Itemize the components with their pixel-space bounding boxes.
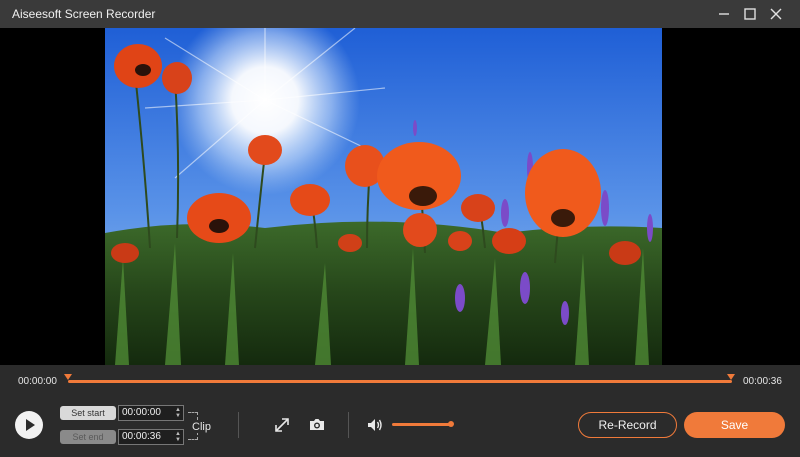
- start-time-spinner-icon[interactable]: ▲ ▼: [175, 407, 181, 419]
- current-time: 00:00:00: [18, 376, 57, 387]
- timeline-track[interactable]: [68, 380, 732, 383]
- play-button[interactable]: [15, 411, 43, 439]
- end-time-spinner-icon[interactable]: ▲ ▼: [175, 431, 181, 443]
- start-time-field[interactable]: 00:00:00 ▲ ▼: [118, 405, 184, 421]
- expand-icon[interactable]: [273, 416, 291, 434]
- video-preview[interactable]: [105, 28, 662, 365]
- set-end-button[interactable]: Set end: [60, 430, 116, 444]
- rerecord-button[interactable]: Re-Record: [578, 412, 677, 438]
- control-bar: Set start 00:00:00 ▲ ▼ Set end 00:00:36 ▲…: [0, 397, 800, 457]
- divider: [348, 412, 349, 438]
- volume-slider-handle[interactable]: [448, 421, 454, 427]
- start-time-value: 00:00:00: [122, 407, 161, 418]
- volume-slider[interactable]: [392, 423, 452, 426]
- total-time: 00:00:36: [743, 376, 782, 387]
- play-icon: [26, 419, 35, 431]
- end-time-value: 00:00:36: [122, 431, 161, 442]
- maximize-icon[interactable]: [740, 4, 760, 24]
- timeline: 00:00:00 00:00:36: [0, 365, 800, 397]
- set-start-button[interactable]: Set start: [60, 406, 116, 420]
- save-button[interactable]: Save: [684, 412, 785, 438]
- minimize-icon[interactable]: [714, 4, 734, 24]
- close-icon[interactable]: [766, 4, 786, 24]
- clip-start-marker[interactable]: [64, 374, 72, 380]
- camera-icon[interactable]: [308, 416, 326, 434]
- window-title: Aiseesoft Screen Recorder: [12, 7, 156, 21]
- clip-end-marker[interactable]: [727, 374, 735, 380]
- clip-button[interactable]: Clip: [191, 421, 212, 433]
- title-bar: Aiseesoft Screen Recorder: [0, 0, 800, 28]
- end-time-field[interactable]: 00:00:36 ▲ ▼: [118, 429, 184, 445]
- video-frame-image: [105, 28, 662, 365]
- volume-icon[interactable]: [366, 416, 384, 434]
- divider: [238, 412, 239, 438]
- video-area[interactable]: [0, 28, 800, 365]
